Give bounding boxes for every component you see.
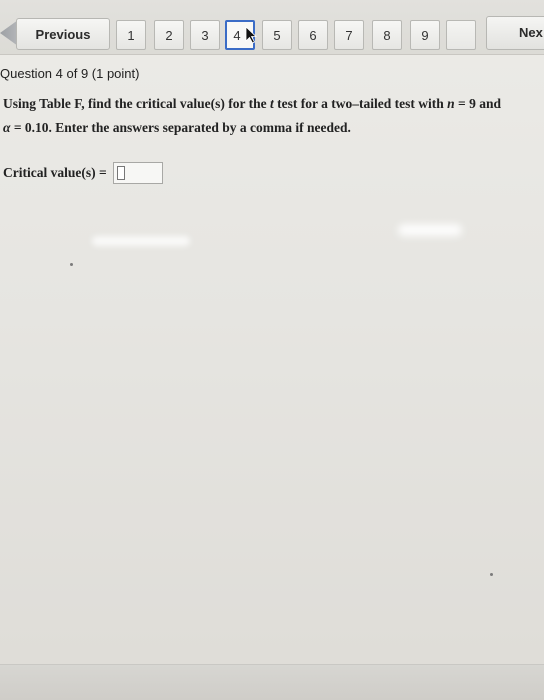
- critical-value-input[interactable]: [112, 162, 163, 184]
- input-cursor-icon: [116, 166, 125, 180]
- question-text-part: test for a two–tailed test with: [277, 96, 444, 111]
- alpha-variable: α: [3, 120, 11, 135]
- question-line-2: α = 0.10. Enter the answers separated by…: [3, 116, 543, 140]
- footer-area: [0, 665, 544, 700]
- screen-glare: [92, 236, 190, 246]
- page-9-button[interactable]: 9: [410, 20, 440, 50]
- page-10-button[interactable]: [446, 20, 476, 50]
- answer-row: Critical value(s) =: [3, 162, 163, 184]
- dust-speck: [70, 263, 73, 266]
- page-6-button[interactable]: 6: [298, 20, 328, 50]
- t-variable: t: [270, 96, 274, 111]
- page-8-button[interactable]: 8: [372, 20, 402, 50]
- mouse-pointer-icon: [245, 26, 258, 44]
- question-text-part: Using Table F, find the critical value(s…: [3, 96, 267, 111]
- dust-speck: [490, 573, 493, 576]
- next-button[interactable]: Nex: [486, 16, 544, 50]
- page-1-button[interactable]: 1: [116, 20, 146, 50]
- previous-button[interactable]: Previous: [16, 18, 110, 50]
- page-7-button[interactable]: 7: [334, 20, 364, 50]
- page-5-button[interactable]: 5: [262, 20, 292, 50]
- screen-glare: [398, 224, 462, 236]
- question-text: Using Table F, find the critical value(s…: [3, 92, 543, 140]
- question-line-1: Using Table F, find the critical value(s…: [3, 92, 543, 116]
- page-2-button[interactable]: 2: [154, 20, 184, 50]
- n-variable: n: [447, 96, 455, 111]
- answer-label: Critical value(s) =: [3, 165, 107, 180]
- question-header: Question 4 of 9 (1 point): [0, 66, 140, 81]
- question-nav-bar: Previous 1 2 3 4 5 6 7 8 9 Nex: [0, 0, 544, 55]
- page-4-label: 4: [233, 27, 241, 43]
- page-3-button[interactable]: 3: [190, 20, 220, 50]
- question-text-part: = 9 and: [458, 96, 501, 111]
- question-text-part: = 0.10. Enter the answers separated by a…: [13, 120, 351, 135]
